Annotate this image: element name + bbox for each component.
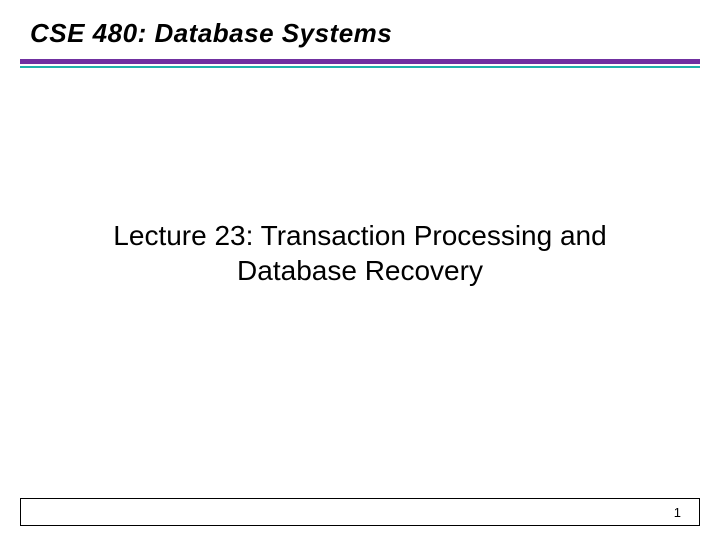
course-title: CSE 480: Database Systems	[30, 18, 690, 49]
divider-purple-line	[20, 59, 700, 64]
lecture-title: Lecture 23: Transaction Processing and D…	[60, 218, 660, 288]
slide-header: CSE 480: Database Systems	[0, 0, 720, 59]
slide-footer: 1	[20, 498, 700, 526]
page-number: 1	[674, 505, 681, 520]
header-divider	[20, 59, 700, 68]
slide-content: Lecture 23: Transaction Processing and D…	[0, 68, 720, 288]
